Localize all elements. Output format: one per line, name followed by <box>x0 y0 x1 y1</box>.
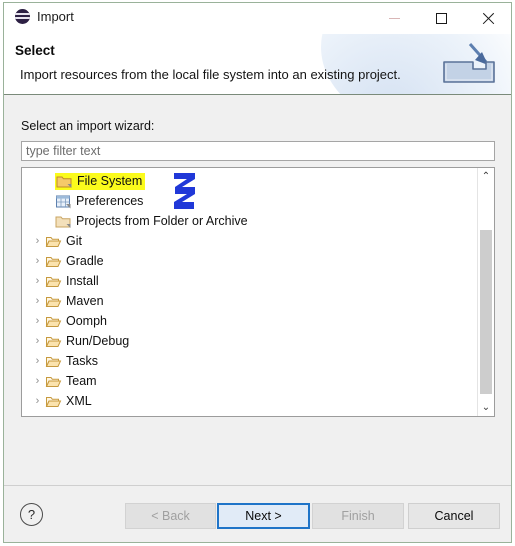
filter-input[interactable] <box>21 141 495 161</box>
scroll-down-icon[interactable]: ⌄ <box>478 399 494 416</box>
chevron-right-icon[interactable]: › <box>30 395 45 407</box>
folder-open-icon <box>45 374 62 389</box>
tree-item-label: Maven <box>66 294 104 308</box>
help-button[interactable]: ? <box>20 503 43 526</box>
close-icon <box>482 12 495 25</box>
tree-item-label: Oomph <box>66 314 107 328</box>
tree-item-projects-from-folder-or-archive[interactable]: Projects from Folder or Archive <box>22 211 477 231</box>
chevron-right-icon[interactable]: › <box>30 275 45 287</box>
chevron-right-icon[interactable]: › <box>30 355 45 367</box>
title-bar-left: Import <box>15 9 74 24</box>
minimize-button[interactable] <box>372 3 417 34</box>
maximize-button[interactable] <box>419 3 464 34</box>
eclipse-icon <box>15 9 30 24</box>
tree-item-label: Gradle <box>66 254 104 268</box>
tree-item-label: XML <box>66 394 92 408</box>
folder-open-icon <box>45 234 62 249</box>
tree-item-label: Tasks <box>66 354 98 368</box>
tree-item-team[interactable]: › Team <box>22 371 477 391</box>
tree-item-label: Git <box>66 234 82 248</box>
tree-item-label: Preferences <box>76 194 144 208</box>
tree-item-git[interactable]: › Git <box>22 231 477 251</box>
folder-open-icon <box>45 274 62 289</box>
window-title: Import <box>37 9 74 24</box>
tree-item-label: Install <box>66 274 99 288</box>
next-button[interactable]: Next > <box>217 503 310 529</box>
folder-import-icon <box>56 174 73 189</box>
chevron-right-icon[interactable]: › <box>30 315 45 327</box>
chevron-right-icon[interactable]: › <box>30 375 45 387</box>
title-bar: Import <box>4 3 511 34</box>
wizard-header: Select Import resources from the local f… <box>4 34 511 95</box>
tree-item-preferences[interactable]: Preferences <box>22 191 477 211</box>
select-wizard-label: Select an import wizard: <box>21 119 155 133</box>
import-wizard-tree[interactable]: File System Preferences Projects from Fo… <box>21 167 495 417</box>
footer-separator <box>4 485 511 486</box>
tree-item-run-debug[interactable]: › Run/Debug <box>22 331 477 351</box>
page-title: Select <box>15 43 55 58</box>
tree-item-label: File System <box>77 174 143 188</box>
chevron-right-icon[interactable]: › <box>30 335 45 347</box>
scroll-up-icon[interactable]: ⌃ <box>478 168 494 185</box>
folder-import-icon <box>55 214 72 229</box>
highlight-marker: File System <box>55 172 146 190</box>
folder-open-icon <box>45 354 62 369</box>
import-dialog: Import Select Import resources from the … <box>3 2 512 543</box>
tree-item-tasks[interactable]: › Tasks <box>22 351 477 371</box>
tree-item-maven[interactable]: › Maven <box>22 291 477 311</box>
tree-item-gradle[interactable]: › Gradle <box>22 251 477 271</box>
chevron-right-icon[interactable]: › <box>30 255 45 267</box>
chevron-right-icon[interactable]: › <box>30 295 45 307</box>
folder-open-icon <box>45 334 62 349</box>
finish-button[interactable]: Finish <box>312 503 404 529</box>
scrollbar-thumb[interactable] <box>480 230 492 394</box>
folder-open-icon <box>45 294 62 309</box>
close-button[interactable] <box>466 3 511 34</box>
maximize-icon <box>436 13 447 24</box>
import-tray-icon <box>443 43 495 83</box>
tree-item-label: Team <box>66 374 97 388</box>
tree-item-label: Run/Debug <box>66 334 130 348</box>
page-description: Import resources from the local file sys… <box>20 67 401 82</box>
tree-list: File System Preferences Projects from Fo… <box>22 171 477 411</box>
tree-item-install[interactable]: › Install <box>22 271 477 291</box>
tree-scrollbar[interactable]: ⌃ ⌄ <box>477 168 494 416</box>
tree-item-xml[interactable]: › XML <box>22 391 477 411</box>
minimize-icon <box>389 18 400 19</box>
folder-open-icon <box>45 394 62 409</box>
chevron-right-icon[interactable]: › <box>30 235 45 247</box>
folder-open-icon <box>45 254 62 269</box>
tree-item-file-system[interactable]: File System <box>22 171 477 191</box>
back-button[interactable]: < Back <box>125 503 216 529</box>
cancel-button[interactable]: Cancel <box>408 503 500 529</box>
tree-item-oomph[interactable]: › Oomph <box>22 311 477 331</box>
tree-item-label: Projects from Folder or Archive <box>76 214 248 228</box>
folder-open-icon <box>45 314 62 329</box>
annotation-number-3 <box>174 173 195 209</box>
preferences-icon <box>55 194 72 209</box>
